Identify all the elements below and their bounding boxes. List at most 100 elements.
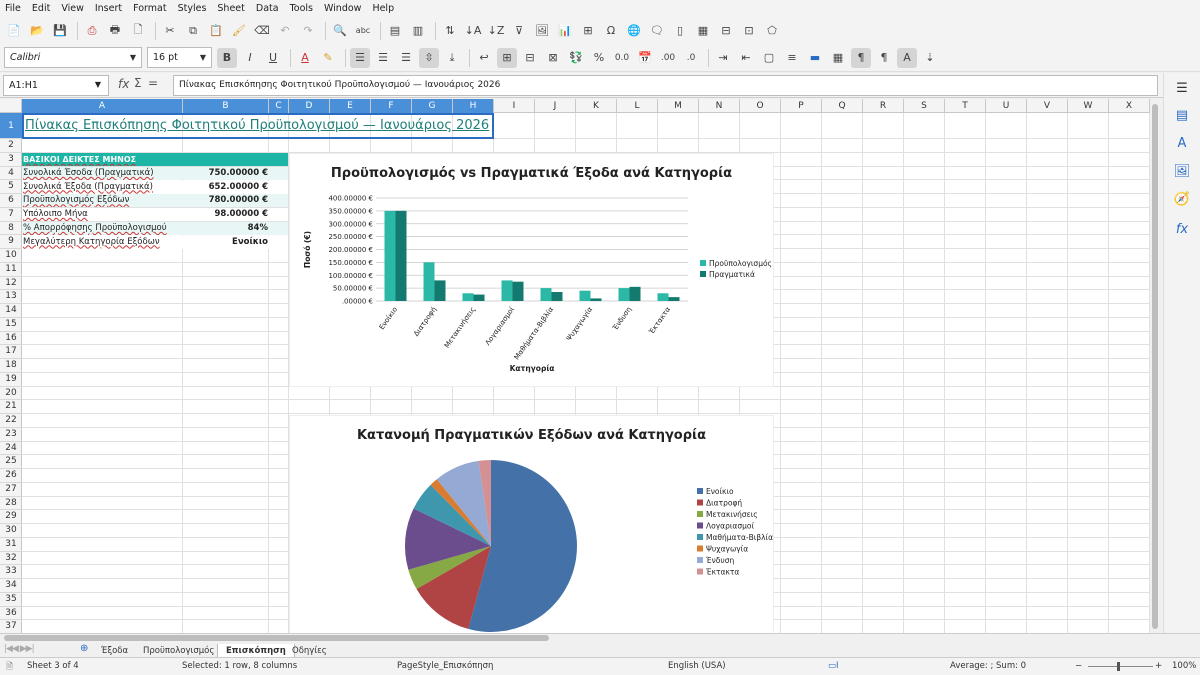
kpi-value[interactable]: 750.00000 € [183,166,269,180]
row-header-33[interactable]: 33 [0,565,22,579]
sort-icon[interactable]: ⇅ [440,21,460,41]
kpi-label[interactable]: Προϋπολογισμός Εξόδων [22,194,183,208]
spelling-icon[interactable]: abc [353,21,373,41]
hamburger-menu-icon[interactable]: ☰ [1172,78,1192,98]
column-header-e[interactable]: E [330,99,371,113]
bold-icon[interactable]: B [217,47,237,68]
row-header-10[interactable]: 10 [0,249,22,263]
menu-item-insert[interactable]: Insert [95,3,122,14]
row-header-16[interactable]: 16 [0,332,22,346]
row-header-25[interactable]: 25 [0,455,22,469]
font-color-icon[interactable]: A [295,48,315,68]
row-header-9[interactable]: 9 [0,235,22,249]
styles-icon[interactable]: A [1172,133,1192,153]
row-header-19[interactable]: 19 [0,373,22,387]
column-header-r[interactable]: R [863,99,904,113]
merge-center-icon[interactable]: ⊞ [497,47,517,68]
column-header-p[interactable]: P [781,99,822,113]
column-header-l[interactable]: L [617,99,658,113]
column-header-i[interactable]: I [494,99,535,113]
headers-footers-icon[interactable]: ▯ [670,21,690,41]
row-header-1[interactable]: 1 [0,113,22,139]
align-right-icon[interactable]: ☰ [396,48,416,68]
clone-formatting-icon[interactable]: 🖌 [229,21,249,41]
underline-icon[interactable]: U [263,48,283,68]
italic-icon[interactable]: I [240,48,260,68]
kpi-filler-cell[interactable] [269,208,288,221]
freeze-rows-columns-icon[interactable]: ⊟ [716,21,736,41]
kpi-label[interactable]: % Απορρόφησης Προϋπολογισμού [22,221,183,235]
decrease-indent-icon[interactable]: ⇤ [736,48,756,68]
column-header-t[interactable]: T [945,99,986,113]
row-header-35[interactable]: 35 [0,593,22,607]
function-wizard-icon[interactable]: fx [118,77,129,91]
sum-icon[interactable]: Σ [134,76,142,90]
row-header-6[interactable]: 6 [0,194,22,208]
kpi-header[interactable]: ΒΑΣΙΚΟΙ ΔΕΙΚΤΕΣ ΜΗΝΟΣ [22,153,288,166]
menu-item-format[interactable]: Format [133,3,166,14]
column-header-g[interactable]: G [412,99,453,113]
kpi-header-filler[interactable] [269,153,288,166]
menu-item-help[interactable]: Help [372,3,394,14]
column-header-v[interactable]: V [1027,99,1068,113]
align-bottom-icon[interactable]: ⤓ [442,48,462,68]
document-modified-icon[interactable]: 🗎 [6,661,13,675]
sort-descending-icon[interactable]: ↓Z [486,21,506,41]
find-replace-icon[interactable]: 🔍 [330,21,350,41]
font-name-box[interactable]: Calibri ▼ [4,47,142,68]
select-all-corner[interactable] [0,99,22,113]
column-header-s[interactable]: S [904,99,945,113]
font-size-box[interactable]: 16 pt ▼ [147,47,212,68]
kpi-filler-cell[interactable] [269,180,288,194]
formula-input[interactable]: Πίνακας Επισκόπησης Φοιτητικού Προϋπολογ… [173,75,1158,96]
gallery-icon[interactable]: 🖼 [1172,161,1192,181]
kpi-value[interactable]: 98.00000 € [183,208,269,221]
navigator-icon[interactable]: 🧭 [1172,189,1192,209]
border-style-icon[interactable]: ≡ [782,48,802,68]
borders-icon[interactable]: ▢ [759,48,779,68]
row-header-28[interactable]: 28 [0,497,22,511]
text-direction-ltr-icon[interactable]: A [897,47,917,68]
insert-chart-icon[interactable]: 📊 [555,21,575,41]
kpi-value[interactable]: 780.00000 € [183,194,269,208]
row-header-5[interactable]: 5 [0,180,22,194]
pivot-table-icon[interactable]: ⊞ [578,21,598,41]
column-header-u[interactable]: U [986,99,1027,113]
column-header-k[interactable]: K [576,99,617,113]
horizontal-scroll-thumb[interactable] [4,635,549,641]
row-header-2[interactable]: 2 [0,139,22,153]
row-icon[interactable]: ▤ [385,21,405,41]
kpi-label[interactable]: Συνολικά Έσοδα (Πραγματικά) [22,166,183,180]
menu-item-window[interactable]: Window [324,3,361,14]
menu-item-view[interactable]: View [61,3,84,14]
selection-mode-icon[interactable]: ▭I [828,661,839,671]
zoom-in-icon[interactable]: + [1155,661,1162,671]
row-header-26[interactable]: 26 [0,469,22,483]
show-draw-functions-icon[interactable]: ⬠ [762,21,782,41]
language[interactable]: English (USA) [668,661,726,671]
row-header-36[interactable]: 36 [0,607,22,621]
row-header-24[interactable]: 24 [0,442,22,456]
conditional-format-icon[interactable]: ▦ [828,48,848,68]
row-header-15[interactable]: 15 [0,318,22,332]
left-to-right-icon[interactable]: ¶ [851,47,871,68]
redo-icon[interactable]: ↷ [298,21,318,41]
row-header-34[interactable]: 34 [0,579,22,593]
row-header-21[interactable]: 21 [0,400,22,414]
copy-icon[interactable]: ⧉ [183,21,203,41]
add-sheet-icon[interactable]: ⊕ [80,643,88,654]
clear-formatting-icon[interactable]: ⌫ [252,21,272,41]
menu-item-sheet[interactable]: Sheet [217,3,244,14]
column-header-x[interactable]: X [1109,99,1150,113]
column-header-b[interactable]: B [183,99,269,113]
zoom-slider[interactable] [1088,666,1153,667]
highlight-color-icon[interactable]: ✎ [318,48,338,68]
formula-icon[interactable]: = [148,76,158,90]
define-print-area-icon[interactable]: ▦ [693,21,713,41]
open-folder-icon[interactable]: 📂 [27,21,47,41]
row-header-11[interactable]: 11 [0,263,22,277]
align-left-icon[interactable]: ☰ [350,47,370,68]
column-header-h[interactable]: H [453,99,494,113]
zoom-slider-thumb[interactable] [1117,662,1120,671]
cell-area[interactable]: Πίνακας Επισκόπησης Φοιτητικού Προϋπολογ… [22,113,1160,633]
